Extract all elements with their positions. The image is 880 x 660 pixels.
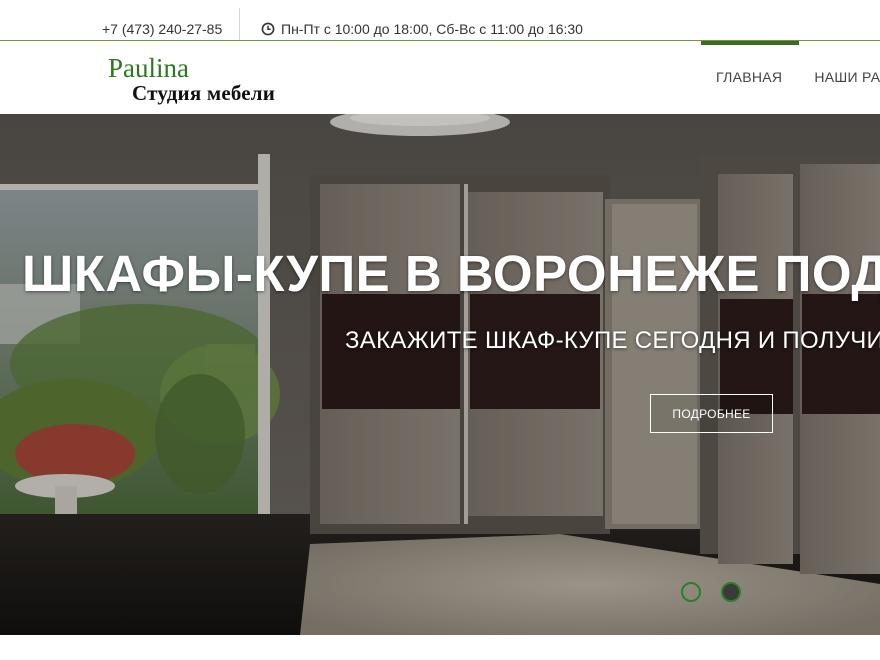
main-nav: ГЛАВНАЯ НАШИ РАБОТЫ bbox=[700, 41, 880, 114]
logo-brand: Paulina bbox=[108, 53, 189, 83]
working-hours: Пн-Пт с 10:00 до 18:00, Сб-Вс с 11:00 до… bbox=[261, 21, 583, 37]
slider-dot-2-active[interactable] bbox=[721, 582, 741, 602]
page-bottom-strip bbox=[0, 635, 880, 660]
phone-number[interactable]: +7 (473) 240-27-85 bbox=[102, 21, 222, 37]
topbar-divider bbox=[239, 8, 240, 40]
nav-item-home[interactable]: ГЛАВНАЯ bbox=[700, 41, 800, 114]
hero-background-image bbox=[0, 114, 880, 635]
logo-tagline: Студия мебели bbox=[132, 81, 276, 105]
hero-subtitle: ЗАКАЖИТЕ ШКАФ-КУПЕ СЕГОДНЯ И ПОЛУЧИТЕ СК… bbox=[345, 327, 880, 354]
working-hours-text: Пн-Пт с 10:00 до 18:00, Сб-Вс с 11:00 до… bbox=[281, 21, 583, 37]
slider-dot-1[interactable] bbox=[681, 582, 701, 602]
site-logo[interactable]: Paulina Студия мебели bbox=[108, 53, 276, 105]
hero-title: ШКАФЫ-КУПЕ В ВОРОНЕЖЕ ПОД ЗАКАЗ bbox=[22, 245, 880, 302]
top-info-bar: +7 (473) 240-27-85 Пн-Пт с 10:00 до 18:0… bbox=[0, 0, 880, 41]
hero-slider: ШКАФЫ-КУПЕ В ВОРОНЕЖЕ ПОД ЗАКАЗ ЗАКАЖИТЕ… bbox=[0, 114, 880, 635]
site-header: Paulina Студия мебели ГЛАВНАЯ НАШИ РАБОТ… bbox=[0, 41, 880, 114]
more-details-button[interactable]: ПОДРОБНЕЕ bbox=[650, 394, 773, 433]
nav-item-our-works[interactable]: НАШИ РАБОТЫ bbox=[798, 41, 880, 114]
clock-icon bbox=[261, 22, 275, 36]
